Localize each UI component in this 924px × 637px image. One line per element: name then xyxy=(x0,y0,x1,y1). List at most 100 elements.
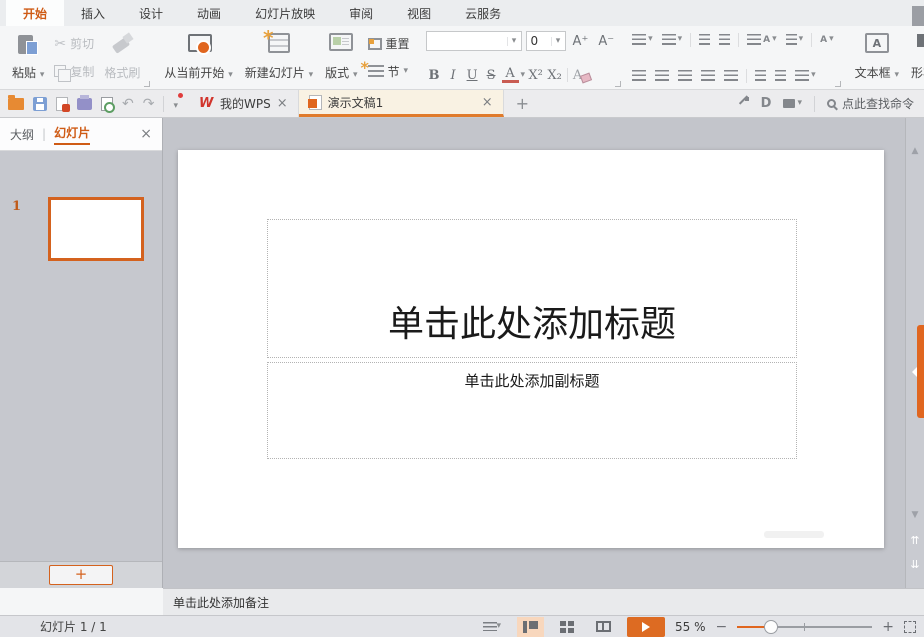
chevron-down-icon[interactable]: ▾ xyxy=(507,37,521,46)
fit-to-window-icon[interactable] xyxy=(904,621,916,633)
slide-sorter-icon xyxy=(560,621,574,633)
new-tab-button[interactable]: + xyxy=(504,90,541,117)
spacing-options-button[interactable]: ▾ xyxy=(792,68,819,83)
textbox-button[interactable]: A 文本框 ▾ xyxy=(849,30,905,85)
dialog-launcher-icon[interactable] xyxy=(144,81,150,87)
main-area: 大纲 | 幻灯片 × 1 + 单击此处添加标题 单击此处添加副标题 ▲ ▼ ⇈ … xyxy=(0,118,924,588)
dialog-launcher-icon[interactable] xyxy=(835,81,841,87)
undo-icon[interactable]: ↶ xyxy=(122,97,134,111)
menu-tab-insert[interactable]: 插入 xyxy=(64,0,122,26)
docer-icon[interactable]: D xyxy=(761,96,772,111)
underline-button[interactable]: U xyxy=(464,66,481,84)
superscript-button[interactable]: X² xyxy=(527,66,544,84)
chevron-down-icon[interactable]: ▾ xyxy=(521,71,526,80)
letter-a-icon: A xyxy=(820,35,827,45)
tab-outline[interactable]: 大纲 xyxy=(10,126,34,143)
dialog-launcher-icon[interactable] xyxy=(615,81,621,87)
shapes-button[interactable]: 形状 ▾ xyxy=(905,30,924,85)
previous-slide-icon[interactable]: ⇈ xyxy=(906,535,924,546)
strikethrough-button[interactable]: S xyxy=(483,66,500,84)
distribute-button[interactable] xyxy=(721,68,741,83)
subscript-button[interactable]: X₂ xyxy=(546,66,563,84)
line-spacing-button[interactable]: A▾ xyxy=(744,32,780,47)
align-right-button[interactable] xyxy=(675,68,695,83)
add-slide-button[interactable]: + xyxy=(49,565,113,585)
reading-view-button[interactable] xyxy=(590,617,617,637)
space-after-button[interactable] xyxy=(772,68,789,83)
increase-indent-button[interactable] xyxy=(716,32,733,47)
redo-icon[interactable]: ↷ xyxy=(143,97,155,111)
layout-button[interactable]: 版式 ▾ xyxy=(319,30,363,85)
status-bar: 幻灯片 1 / 1 ▾ 55 % − + xyxy=(0,615,924,637)
slider-knob[interactable] xyxy=(764,620,778,634)
clear-format-button[interactable]: A xyxy=(572,66,589,84)
export-pdf-icon[interactable] xyxy=(56,97,68,111)
play-slideshow-button[interactable] xyxy=(627,617,665,637)
menu-tab-design[interactable]: 设计 xyxy=(122,0,180,26)
menu-tab-home[interactable]: 开始 xyxy=(6,0,64,26)
notes-toggle-button[interactable]: ▾ xyxy=(477,617,508,637)
menu-tab-slideshow[interactable]: 幻灯片放映 xyxy=(238,0,332,26)
menu-tab-cloud[interactable]: 云服务 xyxy=(448,0,518,26)
close-icon[interactable]: × xyxy=(482,95,493,110)
vertical-scrollbar[interactable]: ▲ ▼ ⇈ ⇊ xyxy=(905,118,924,588)
new-slide-button[interactable]: 新建幻灯片 ▾ xyxy=(239,30,319,85)
cut-button[interactable]: ✂ 剪切 xyxy=(50,34,98,53)
share-button[interactable]: ▾ xyxy=(783,99,802,108)
subtitle-placeholder[interactable]: 单击此处添加副标题 xyxy=(267,362,797,459)
slide-thumbnail[interactable] xyxy=(48,197,144,261)
align-center-button[interactable] xyxy=(652,68,672,83)
slide-page[interactable]: 单击此处添加标题 单击此处添加副标题 xyxy=(178,150,884,548)
slide-sorter-button[interactable] xyxy=(554,617,580,637)
save-icon[interactable] xyxy=(33,97,47,111)
normal-view-button[interactable] xyxy=(517,617,544,637)
bullet-list-button[interactable]: ▾ xyxy=(629,32,656,47)
tools-wand-icon[interactable] xyxy=(736,97,749,110)
close-icon[interactable]: × xyxy=(140,126,152,142)
bold-button[interactable]: B xyxy=(426,66,443,84)
find-command-box[interactable]: 点此查找命令 xyxy=(827,95,914,112)
zoom-out-button[interactable]: − xyxy=(716,619,728,635)
section-button[interactable]: 节 ▾ xyxy=(364,62,414,81)
increase-font-size-button[interactable]: A⁺ xyxy=(570,34,592,49)
menu-tab-view[interactable]: 视图 xyxy=(390,0,448,26)
customize-toolbar-button[interactable]: ▾ xyxy=(173,97,181,111)
text-borders-button[interactable]: ▾ xyxy=(783,32,807,47)
print-icon[interactable] xyxy=(77,98,92,110)
next-slide-icon[interactable]: ⇊ xyxy=(906,559,924,570)
slide-panel: 大纲 | 幻灯片 × 1 + xyxy=(0,118,163,588)
doc-tab-my-wps[interactable]: W 我的WPS × xyxy=(189,90,299,117)
notes-bar[interactable]: 单击此处添加备注 xyxy=(163,588,924,615)
decrease-font-size-button[interactable]: A⁻ xyxy=(595,34,617,49)
insert-group: A 文本框 ▾ 形状 ▾ xyxy=(843,26,924,89)
tab-slides[interactable]: 幻灯片 xyxy=(54,124,90,145)
scroll-down-icon[interactable]: ▼ xyxy=(906,510,924,520)
side-panel-handle[interactable] xyxy=(917,325,924,418)
justify-button[interactable] xyxy=(698,68,718,83)
reset-button[interactable]: 重置 xyxy=(364,34,414,53)
font-size-combobox[interactable]: 0 ▾ xyxy=(526,31,566,51)
paste-button[interactable]: 粘贴 ▾ xyxy=(6,30,50,85)
zoom-slider[interactable] xyxy=(737,620,872,634)
italic-button[interactable]: I xyxy=(445,66,462,84)
open-file-icon[interactable] xyxy=(8,98,24,110)
title-placeholder[interactable]: 单击此处添加标题 xyxy=(267,219,797,358)
print-preview-icon[interactable] xyxy=(101,97,113,111)
chevron-down-icon[interactable]: ▾ xyxy=(551,37,565,46)
align-left-button[interactable] xyxy=(629,68,649,83)
text-direction-button[interactable]: A▾ xyxy=(817,33,837,47)
format-painter-button[interactable]: 格式刷 xyxy=(98,30,146,85)
close-icon[interactable]: × xyxy=(277,96,288,111)
doc-tab-presentation1[interactable]: 演示文稿1 × xyxy=(299,90,504,117)
menu-tab-review[interactable]: 审阅 xyxy=(332,0,390,26)
space-before-button[interactable] xyxy=(752,68,769,83)
font-name-combobox[interactable]: ▾ xyxy=(426,31,522,51)
numbered-list-button[interactable]: ▾ xyxy=(659,32,686,47)
menu-tab-animation[interactable]: 动画 xyxy=(180,0,238,26)
scroll-up-icon[interactable]: ▲ xyxy=(906,146,924,156)
copy-button[interactable]: 复制 xyxy=(50,62,98,81)
start-from-current-button[interactable]: 从当前开始 ▾ xyxy=(158,30,238,85)
zoom-in-button[interactable]: + xyxy=(882,619,894,635)
font-color-button[interactable]: A xyxy=(502,67,519,83)
decrease-indent-button[interactable] xyxy=(696,32,713,47)
